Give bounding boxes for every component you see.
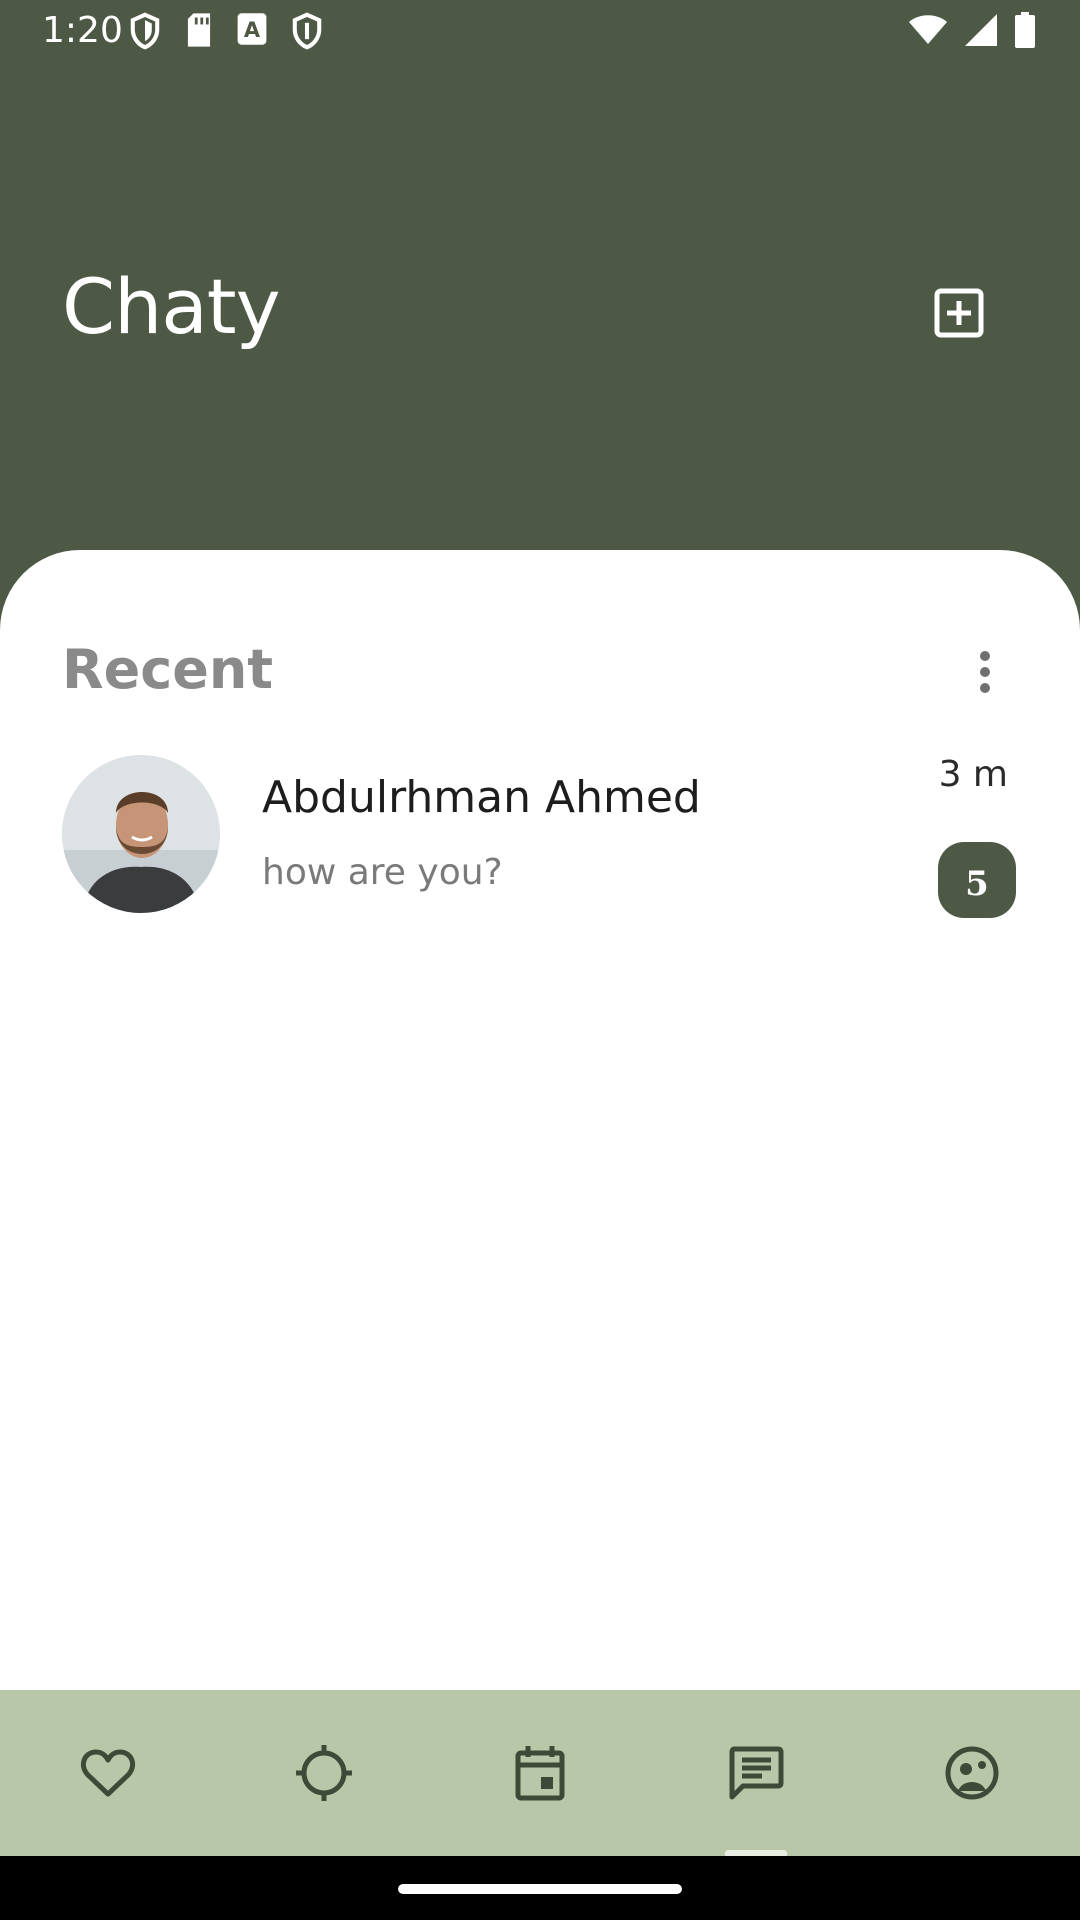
wifi-icon (909, 15, 947, 44)
nav-item-calendar[interactable] (432, 1690, 648, 1856)
more-vert-icon (980, 651, 990, 693)
sd-card-icon (187, 13, 211, 47)
add-box-icon (934, 288, 984, 338)
bottom-navigation (0, 1690, 1080, 1856)
battery-icon (1015, 12, 1035, 48)
app-header: Chaty (0, 62, 1080, 552)
nav-item-explore[interactable] (216, 1690, 432, 1856)
nav-item-profile[interactable] (864, 1690, 1080, 1856)
nav-item-chats[interactable] (648, 1690, 864, 1856)
avatar-photo (62, 755, 220, 913)
calendar-icon (515, 1746, 565, 1801)
chat-list-item[interactable]: Abdulrhman Ahmed how are you? 3 m 5 (0, 750, 1080, 920)
signal-icon (965, 14, 997, 46)
status-bar: 1:20 A (0, 0, 1080, 62)
chat-last-message: how are you? (262, 852, 503, 893)
svg-text:A: A (244, 18, 261, 42)
system-navigation-bar (0, 1856, 1080, 1920)
status-left-icons: A (128, 12, 324, 50)
nav-item-favorites[interactable] (0, 1690, 216, 1856)
app-title: Chaty (62, 262, 281, 351)
chat-timestamp: 3 m (938, 754, 1008, 795)
new-chat-button[interactable] (928, 282, 990, 344)
shield-icon (292, 12, 322, 50)
status-time: 1:20 (42, 10, 123, 51)
unread-count-badge: 5 (938, 842, 1016, 918)
more-options-button[interactable] (960, 642, 1010, 702)
avatar (62, 755, 220, 913)
section-title-recent: Recent (62, 638, 274, 701)
home-gesture-handle[interactable] (398, 1884, 682, 1894)
heart-icon (80, 1749, 136, 1797)
chat-icon (729, 1746, 784, 1800)
chat-contact-name: Abdulrhman Ahmed (262, 772, 701, 823)
shield-icon (130, 12, 160, 50)
profile-face-icon (945, 1746, 999, 1800)
target-icon (296, 1745, 352, 1801)
status-right-icons (908, 12, 1036, 48)
font-a-icon: A (237, 13, 267, 45)
chat-list-sheet: Recent Abdulrhman Ahmed how are you? 3 m… (0, 550, 1080, 1690)
